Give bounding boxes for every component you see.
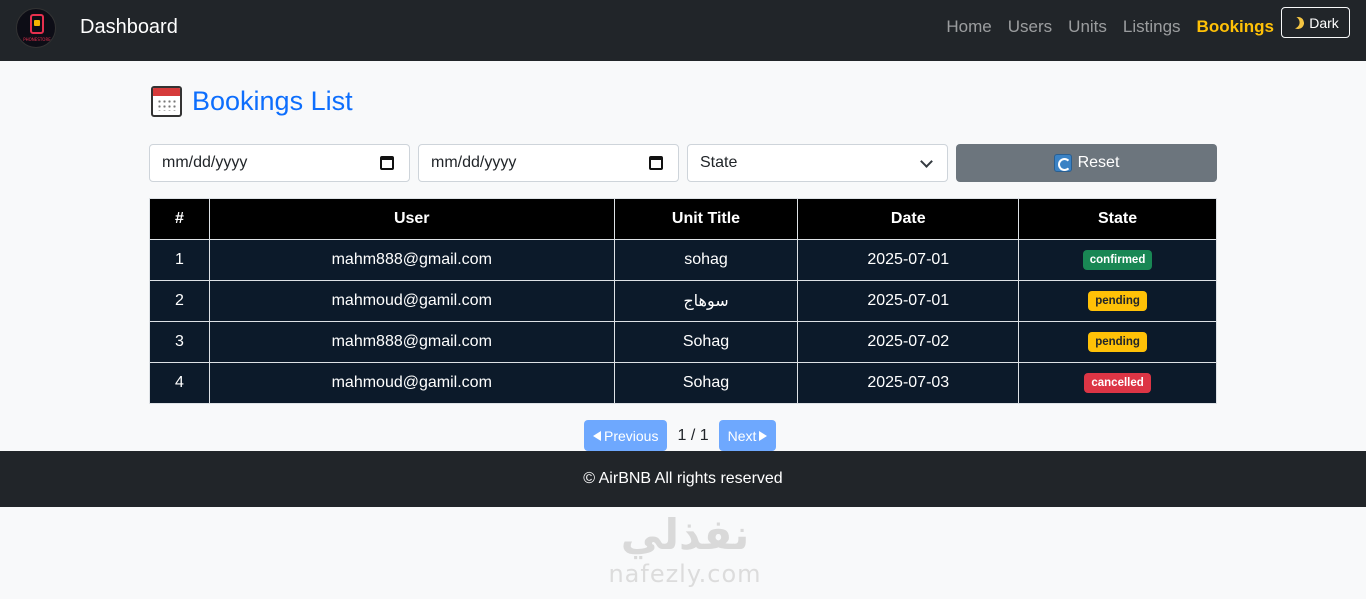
table-row: 3 mahm888@gmail.com Sohag 2025-07-02 pen…: [149, 321, 1217, 363]
status-badge: confirmed: [1082, 250, 1153, 270]
logo-text: PHONESTORE: [23, 37, 51, 42]
column-header-user: User: [208, 198, 615, 240]
watermark-arabic: نفذلي: [620, 510, 750, 559]
previous-label: Previous: [604, 427, 659, 444]
row-date: 2025-07-02: [797, 321, 1020, 363]
previous-page-button[interactable]: Previous: [584, 420, 668, 451]
row-number: 2: [149, 280, 210, 322]
row-user: mahmoud@gamil.com: [208, 362, 615, 404]
row-date: 2025-07-03: [797, 362, 1020, 404]
row-unit-title: Sohag: [613, 321, 799, 363]
nav-link-users[interactable]: Users: [1008, 17, 1052, 37]
date-from-input[interactable]: mm/dd/yyyy: [149, 144, 410, 182]
calendar-picker-icon[interactable]: [649, 156, 663, 170]
reset-button[interactable]: Reset: [956, 144, 1217, 182]
brand-title[interactable]: Dashboard: [80, 16, 178, 39]
row-number: 3: [149, 321, 210, 363]
watermark-latin: nafezly.com: [608, 560, 762, 588]
row-user: mahm888@gmail.com: [208, 239, 615, 281]
row-unit-title: Sohag: [613, 362, 799, 404]
moon-icon: [1291, 15, 1306, 30]
column-header-unit-title: Unit Title: [613, 198, 799, 240]
phone-icon: [30, 14, 44, 34]
nav-link-home[interactable]: Home: [946, 17, 991, 37]
table-header-row: # User Unit Title Date State: [149, 198, 1217, 240]
page-title: Bookings List: [192, 86, 353, 116]
date-from-value: mm/dd/yyyy: [162, 154, 248, 171]
dark-mode-label: Dark: [1309, 14, 1339, 31]
table-row: 1 mahm888@gmail.com sohag 2025-07-01 con…: [149, 239, 1217, 281]
arrow-right-icon: [759, 430, 768, 441]
table-row: 4 mahmoud@gamil.com Sohag 2025-07-03 can…: [149, 362, 1217, 404]
date-to-input[interactable]: mm/dd/yyyy: [418, 144, 679, 182]
next-page-button[interactable]: Next: [718, 420, 777, 451]
state-select[interactable]: State: [687, 144, 948, 182]
logo[interactable]: PHONESTORE: [16, 8, 56, 48]
state-select-value: State: [700, 154, 738, 171]
table-row: 2 mahmoud@gamil.com سوهاج 2025-07-01 pen…: [149, 280, 1217, 322]
status-badge: cancelled: [1084, 373, 1151, 393]
row-unit-title: سوهاج: [613, 280, 799, 322]
date-to-value: mm/dd/yyyy: [431, 154, 517, 171]
column-header-number: #: [149, 198, 210, 240]
column-header-date: Date: [797, 198, 1020, 240]
row-unit-title: sohag: [613, 239, 799, 281]
arrow-left-icon: [593, 430, 601, 441]
row-number: 1: [149, 239, 210, 281]
watermark: نفذلي nafezly.com: [560, 510, 810, 598]
footer-text: © AirBNB All rights reserved: [583, 470, 783, 487]
nav-link-bookings[interactable]: Bookings: [1197, 17, 1274, 37]
page-indicator: 1 / 1: [677, 426, 709, 444]
column-header-state: State: [1018, 198, 1217, 240]
status-badge: pending: [1088, 332, 1147, 352]
nav-links: Home Users Units Listings Bookings: [946, 17, 1274, 37]
page-header: Bookings List: [151, 86, 353, 117]
chevron-down-icon: [920, 155, 933, 168]
row-date: 2025-07-01: [797, 239, 1020, 281]
row-state-cell: pending: [1018, 280, 1217, 322]
bookings-table: # User Unit Title Date State 1 mahm888@g…: [149, 198, 1217, 404]
dark-mode-toggle-button[interactable]: Dark: [1281, 7, 1350, 38]
row-state-cell: cancelled: [1018, 362, 1217, 404]
nav-link-units[interactable]: Units: [1068, 17, 1107, 37]
row-number: 4: [149, 362, 210, 404]
top-navbar: PHONESTORE Dashboard Home Users Units Li…: [0, 0, 1366, 61]
calendar-picker-icon[interactable]: [380, 156, 394, 170]
pagination: Previous 1 / 1 Next: [584, 420, 777, 451]
calendar-icon: [151, 86, 182, 117]
status-badge: pending: [1088, 291, 1147, 311]
row-user: mahm888@gmail.com: [208, 321, 615, 363]
row-date: 2025-07-01: [797, 280, 1020, 322]
reset-label: Reset: [1077, 154, 1120, 171]
refresh-icon: [1053, 154, 1072, 172]
nav-link-listings[interactable]: Listings: [1123, 17, 1181, 37]
row-state-cell: confirmed: [1018, 239, 1217, 281]
footer: © AirBNB All rights reserved: [0, 451, 1366, 507]
row-user: mahmoud@gamil.com: [208, 280, 615, 322]
next-label: Next: [727, 427, 757, 444]
row-state-cell: pending: [1018, 321, 1217, 363]
